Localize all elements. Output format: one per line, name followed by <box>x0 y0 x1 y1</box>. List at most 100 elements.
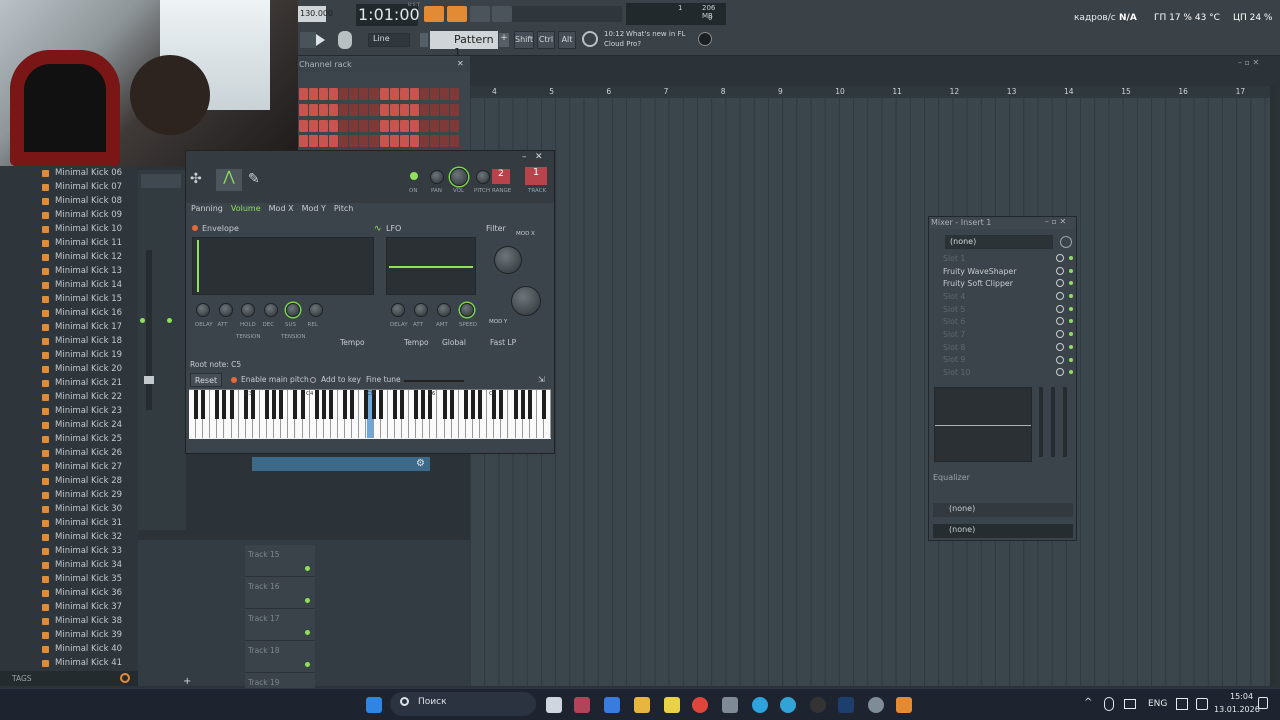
step-button[interactable] <box>329 119 339 132</box>
envelope-display[interactable] <box>192 237 374 295</box>
step-button[interactable] <box>349 88 359 100</box>
step-button[interactable] <box>349 103 359 116</box>
step-button[interactable] <box>449 135 459 148</box>
black-key[interactable] <box>527 390 532 419</box>
notification-icon[interactable] <box>1258 697 1268 709</box>
black-key[interactable] <box>343 390 348 419</box>
playlist-grid[interactable] <box>470 86 1270 686</box>
piano-menu-icon[interactable]: ⇲ <box>538 375 545 384</box>
keyboard-icon[interactable] <box>1124 699 1136 709</box>
mod-x-knob[interactable] <box>494 246 522 274</box>
browser-item[interactable]: Minimal Kick 20 <box>0 362 138 376</box>
strip-fader[interactable] <box>144 376 154 384</box>
close-icon[interactable]: ✕ <box>457 59 464 68</box>
mixer-settings-icon[interactable] <box>1060 236 1072 248</box>
step-button[interactable] <box>369 135 379 148</box>
step-button[interactable] <box>449 88 459 100</box>
step-button[interactable] <box>349 119 359 132</box>
envelope-knob[interactable] <box>241 303 255 317</box>
news-icon[interactable] <box>582 31 598 47</box>
browser-item[interactable]: Minimal Kick 10 <box>0 222 138 236</box>
volume-icon[interactable] <box>1196 698 1208 710</box>
effect-slot[interactable]: Slot 9 <box>929 354 1076 367</box>
step-button[interactable] <box>339 103 349 116</box>
effect-slot[interactable]: Slot 5 <box>929 303 1076 316</box>
black-key[interactable] <box>293 390 298 419</box>
browser-item[interactable]: Minimal Kick 37 <box>0 600 138 614</box>
step-button[interactable] <box>319 135 329 148</box>
track-value[interactable]: 1 <box>525 167 547 185</box>
enable-main-pitch-toggle[interactable] <box>231 377 237 383</box>
selected-channel-row[interactable]: ⚙ <box>252 457 430 471</box>
env-tab[interactable]: Mod X <box>269 204 294 213</box>
step-button[interactable] <box>449 119 459 132</box>
slot-mix-knob[interactable] <box>1056 355 1064 364</box>
windows-start-icon[interactable] <box>366 697 382 713</box>
step-button[interactable] <box>399 119 409 132</box>
gear-icon[interactable]: ⚙ <box>416 458 425 469</box>
step-button[interactable] <box>419 119 429 132</box>
step-button[interactable] <box>429 88 439 100</box>
black-key[interactable] <box>442 390 447 419</box>
playlist-scrollbar[interactable] <box>1270 86 1276 686</box>
playlist-ruler[interactable]: 4 5 6 7 8 9 10 11 12 13 14 15 16 17 <box>470 86 1270 98</box>
slot-enable-led[interactable] <box>1069 294 1073 299</box>
step-button[interactable] <box>359 119 369 132</box>
slot-enable-led[interactable] <box>1069 256 1073 260</box>
track-led[interactable] <box>305 630 310 635</box>
plugin-tab-icon[interactable]: ✣ <box>190 171 210 187</box>
root-note-keyboard[interactable]: C3 C4 C5 C6 C7 <box>189 389 551 439</box>
step-button[interactable] <box>419 88 429 100</box>
step-button[interactable] <box>299 88 309 100</box>
edge-icon[interactable] <box>780 697 796 713</box>
black-key[interactable] <box>194 390 198 419</box>
browser-item[interactable]: Minimal Kick 39 <box>0 628 138 642</box>
black-key[interactable] <box>328 390 333 419</box>
filter-type-select[interactable]: Fast LP <box>490 338 548 347</box>
browser-item[interactable]: Minimal Kick 29 <box>0 488 138 502</box>
black-key[interactable] <box>392 390 397 419</box>
step-button[interactable] <box>439 88 449 100</box>
step-button[interactable] <box>379 88 389 100</box>
slot-mix-knob[interactable] <box>1056 317 1064 326</box>
reset-button[interactable]: Reset <box>190 373 222 387</box>
record-mic-icon[interactable] <box>338 31 352 49</box>
browser-item[interactable]: Minimal Kick 09 <box>0 208 138 222</box>
snap-select[interactable]: Line <box>368 33 410 47</box>
step-button[interactable] <box>319 88 329 100</box>
effect-slot[interactable]: Fruity WaveShaper <box>929 265 1076 278</box>
step-button[interactable] <box>409 119 419 132</box>
step-button[interactable] <box>379 135 389 148</box>
step-button[interactable] <box>339 135 349 148</box>
effect-slot[interactable]: Slot 4 <box>929 290 1076 303</box>
clock-date[interactable]: 13.01.2026 <box>1214 705 1260 714</box>
black-key[interactable] <box>499 390 504 419</box>
black-key[interactable] <box>201 390 206 419</box>
step-button[interactable] <box>299 119 309 132</box>
step-button[interactable] <box>389 103 399 116</box>
step-button[interactable] <box>379 103 389 116</box>
step-button[interactable] <box>419 135 429 148</box>
metronome-icon[interactable] <box>492 6 512 22</box>
slot-enable-led[interactable] <box>1069 332 1073 337</box>
black-key[interactable] <box>520 390 525 419</box>
obs-icon[interactable] <box>810 697 826 713</box>
task-view-icon[interactable] <box>546 697 562 713</box>
volume-knob[interactable] <box>450 168 468 186</box>
step-button[interactable] <box>299 135 309 148</box>
pattern-prev-icon[interactable] <box>420 33 428 47</box>
lfo-knob[interactable] <box>391 303 405 317</box>
browser-item[interactable]: Minimal Kick 08 <box>0 194 138 208</box>
step-button[interactable] <box>369 103 379 116</box>
browser-item[interactable]: Minimal Kick 24 <box>0 418 138 432</box>
slot-enable-led[interactable] <box>1069 370 1073 375</box>
snipping-tool-icon[interactable] <box>574 697 590 713</box>
black-key[interactable] <box>399 390 404 419</box>
step-button[interactable] <box>349 135 359 148</box>
black-key[interactable] <box>449 390 454 419</box>
add-to-key-toggle[interactable] <box>310 377 316 383</box>
step-button[interactable] <box>319 119 329 132</box>
black-key[interactable] <box>414 390 419 419</box>
env-tempo-label[interactable]: Tempo <box>340 338 365 347</box>
browser-item[interactable]: Minimal Kick 34 <box>0 558 138 572</box>
